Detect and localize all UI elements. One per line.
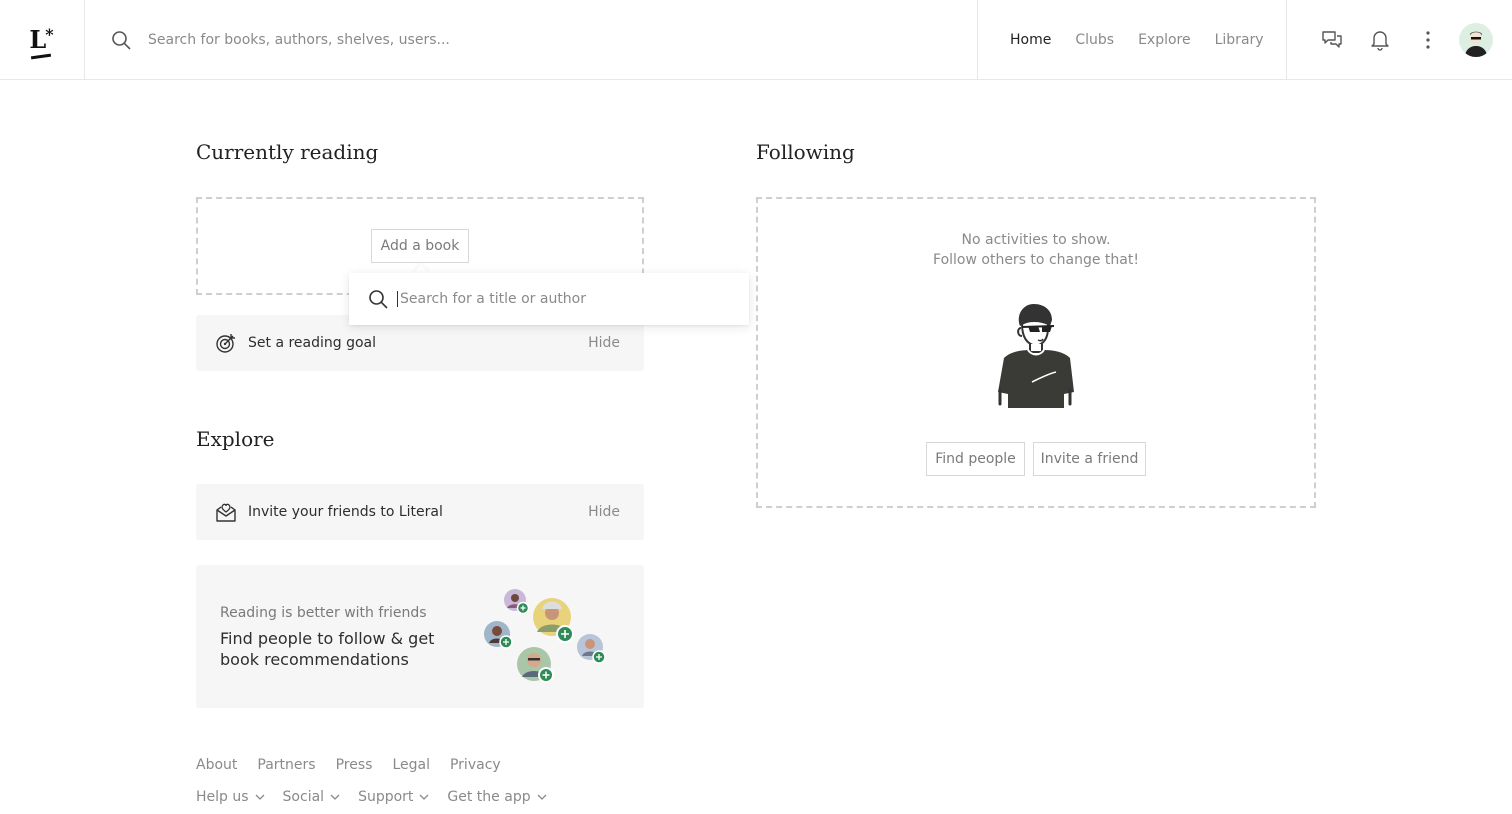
footer-partners-link[interactable]: Partners	[257, 757, 315, 773]
chevron-down-icon	[255, 794, 265, 800]
nav-home[interactable]: Home	[1010, 32, 1051, 48]
following-empty-message: No activities to show. Follow others to …	[758, 230, 1314, 270]
search-icon	[110, 29, 132, 51]
footer-help-menu[interactable]: Help us	[196, 789, 265, 805]
currently-reading-title: Currently reading	[196, 140, 379, 164]
footer-getapp-label: Get the app	[447, 789, 531, 805]
reading-goal-label: Set a reading goal	[248, 335, 377, 351]
nav-clubs[interactable]: Clubs	[1075, 32, 1114, 48]
footer-about-link[interactable]: About	[196, 757, 237, 773]
explore-title: Explore	[196, 427, 275, 451]
friends-card-headline: Find people to follow & get book recomme…	[220, 629, 435, 669]
book-search-input[interactable]	[397, 291, 727, 307]
logo-star: *	[45, 24, 54, 44]
find-people-button[interactable]: Find people	[926, 442, 1025, 476]
search-icon	[367, 288, 389, 310]
literal-logo[interactable]: L*	[29, 24, 54, 59]
invite-friends-label: Invite your friends to Literal	[248, 504, 443, 520]
logo-letter: L	[29, 24, 47, 54]
footer-social-label: Social	[282, 789, 325, 805]
add-book-popover	[349, 273, 749, 325]
following-title: Following	[756, 140, 855, 164]
hide-invite-button[interactable]: Hide	[588, 504, 620, 520]
empty-line-2: Follow others to change that!	[933, 252, 1139, 268]
footer-links: About Partners Press Legal Privacy	[196, 757, 501, 773]
add-book-button[interactable]: Add a book	[371, 229, 469, 263]
global-search-input[interactable]	[148, 31, 748, 48]
messages-icon[interactable]	[1321, 29, 1343, 51]
footer-getapp-menu[interactable]: Get the app	[447, 789, 547, 805]
logo-underline	[31, 53, 52, 59]
top-navbar: L* Home Clubs Explore Library	[0, 0, 1512, 80]
footer-help-label: Help us	[196, 789, 249, 805]
footer-legal-link[interactable]: Legal	[392, 757, 430, 773]
global-search	[85, 0, 978, 79]
friends-avatars-illustration	[484, 589, 606, 683]
chevron-down-icon	[330, 794, 340, 800]
invite-friends-card[interactable]: Invite your friends to Literal Hide	[196, 484, 644, 540]
main-nav: Home Clubs Explore Library	[978, 0, 1287, 79]
invite-friend-button[interactable]: Invite a friend	[1033, 442, 1146, 476]
logo-cell: L*	[0, 0, 85, 79]
empty-line-1: No activities to show.	[961, 232, 1111, 248]
footer-support-menu[interactable]: Support	[358, 789, 429, 805]
footer-menus: Help us Social Support Get the app	[196, 789, 547, 805]
target-icon	[214, 331, 238, 355]
person-sunglasses-illustration	[998, 304, 1074, 408]
header-actions	[1287, 0, 1512, 79]
friends-card-subtitle: Reading is better with friends	[220, 605, 427, 621]
chevron-down-icon	[537, 794, 547, 800]
bell-icon[interactable]	[1369, 29, 1391, 51]
footer-support-label: Support	[358, 789, 414, 805]
hide-reading-goal-button[interactable]: Hide	[588, 335, 620, 351]
footer-press-link[interactable]: Press	[336, 757, 373, 773]
footer-privacy-link[interactable]: Privacy	[450, 757, 501, 773]
envelope-heart-icon	[214, 500, 238, 524]
footer-social-menu[interactable]: Social	[283, 789, 341, 805]
chevron-down-icon	[419, 794, 429, 800]
user-avatar[interactable]	[1459, 22, 1493, 57]
more-vertical-icon[interactable]	[1417, 29, 1439, 51]
nav-explore[interactable]: Explore	[1138, 32, 1191, 48]
nav-library[interactable]: Library	[1215, 32, 1264, 48]
find-friends-card[interactable]: Reading is better with friends Find peop…	[196, 565, 644, 708]
